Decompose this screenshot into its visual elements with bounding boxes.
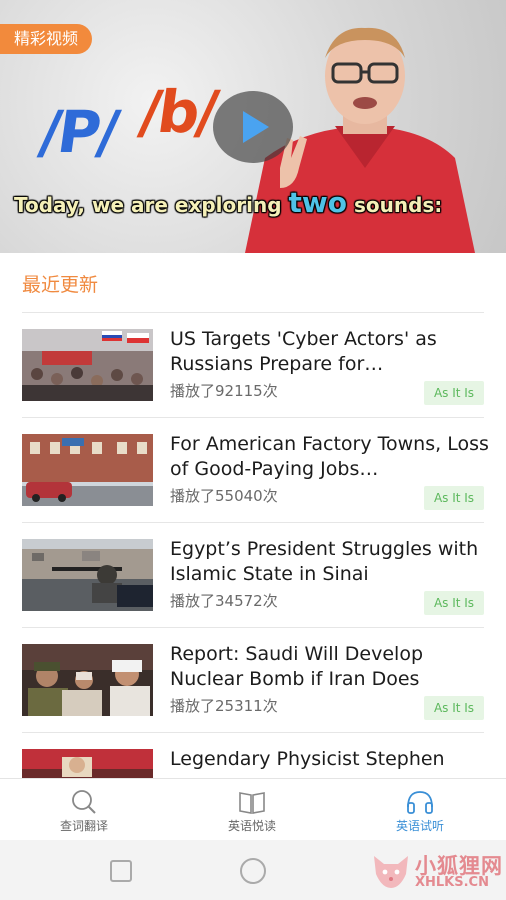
video-banner[interactable]: /P/ /b/ Today, we are exploring two soun…	[0, 0, 506, 253]
tab-lookup[interactable]: 查词翻译	[0, 779, 168, 841]
subtitle-highlight: two	[288, 186, 347, 219]
list-item[interactable]: US Targets 'Cyber Actors' as Russians Pr…	[0, 313, 506, 418]
book-icon	[239, 792, 265, 814]
list-item[interactable]: For American Factory Towns, Loss of Good…	[0, 418, 506, 523]
list-item[interactable]: Report: Saudi Will Develop Nuclear Bomb …	[0, 628, 506, 733]
article-thumbnail	[22, 539, 153, 611]
search-icon	[72, 790, 96, 814]
subtitle-pre: Today, we are exploring	[14, 193, 289, 217]
play-count: 播放了25311次	[170, 697, 278, 715]
category-tag: As It Is	[424, 591, 484, 615]
article-title[interactable]: US Targets 'Cyber Actors' as Russians Pr…	[170, 327, 490, 377]
section-title: 最近更新	[22, 274, 99, 296]
article-title[interactable]: Report: Saudi Will Develop Nuclear Bomb …	[170, 642, 490, 692]
article-title[interactable]: Legendary Physicist Stephen	[170, 747, 490, 772]
phoneme-b-text: /b/	[135, 78, 220, 146]
play-count: 播放了34572次	[170, 592, 278, 610]
play-button[interactable]	[213, 91, 293, 163]
article-list[interactable]: US Targets 'Cyber Actors' as Russians Pr…	[0, 313, 506, 778]
article-thumbnail	[22, 749, 153, 778]
category-tag: As It Is	[424, 381, 484, 405]
article-title[interactable]: Egypt’s President Struggles with Islamic…	[170, 537, 490, 587]
featured-video-badge: 精彩视频	[0, 24, 93, 54]
phoneme-p-text: /P/	[35, 98, 121, 166]
list-item[interactable]: Legendary Physicist Stephen	[0, 733, 506, 778]
tab-listening-label: 英语试听	[395, 819, 444, 833]
article-thumbnail	[22, 329, 153, 401]
category-tag: As It Is	[424, 696, 484, 720]
subtitle-post: sounds:	[346, 193, 443, 217]
tab-reading-label: 英语悦读	[227, 819, 276, 833]
play-count: 播放了55040次	[170, 487, 278, 505]
article-thumbnail	[22, 644, 153, 716]
watermark-url: XHLKS.CN	[415, 875, 489, 890]
play-count: 播放了92115次	[170, 382, 278, 400]
article-title[interactable]: For American Factory Towns, Loss of Good…	[170, 432, 490, 482]
video-subtitle: Today, we are exploring two sounds:	[14, 186, 442, 219]
bottom-navigation: 查词翻译 英语悦读 英语试听	[0, 778, 506, 841]
list-item[interactable]: Egypt’s President Struggles with Islamic…	[0, 523, 506, 628]
tab-listening[interactable]: 英语试听	[336, 779, 504, 841]
tab-lookup-label: 查词翻译	[59, 819, 108, 833]
category-tag: As It Is	[424, 486, 484, 510]
site-watermark: 小狐狸网 XHLKS.CN	[370, 848, 506, 896]
play-icon	[243, 111, 269, 143]
home-button[interactable]	[240, 858, 266, 884]
article-thumbnail	[22, 434, 153, 506]
headphones-icon	[407, 791, 433, 814]
recent-apps-button[interactable]	[110, 860, 132, 882]
fox-logo-icon	[374, 856, 408, 888]
tab-reading[interactable]: 英语悦读	[168, 779, 336, 841]
